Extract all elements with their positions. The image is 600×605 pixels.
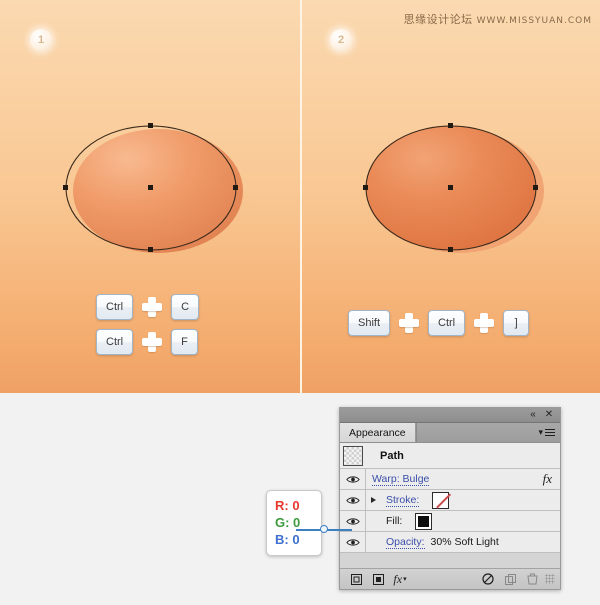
visibility-toggle-stroke[interactable] xyxy=(340,490,366,510)
connector-endpoint-knob xyxy=(320,525,328,533)
anchor-point-center xyxy=(448,185,453,190)
appearance-row-opacity-value: 30% Soft Light xyxy=(430,536,499,548)
shortcut-row-ctrl-c: Ctrl C xyxy=(96,294,200,320)
rgb-red-value: R: 0 xyxy=(275,498,300,513)
ellipse-svg-step-1 xyxy=(63,123,243,253)
rgb-blue-value: B: 0 xyxy=(275,532,300,547)
fx-icon[interactable]: fx xyxy=(543,471,560,487)
watermark-en: WWW.MISSYUAN.COM xyxy=(476,16,592,26)
clear-appearance-icon xyxy=(482,573,494,585)
tutorial-illustration-area: 1 Ctrl C Ctrl F 2 Shift Ctrl] 思缘设计论坛 WW… xyxy=(0,0,600,393)
appearance-panel-footer: fx ▾ xyxy=(340,568,560,589)
appearance-row-stroke-label[interactable]: Stroke: xyxy=(380,494,420,507)
appearance-row-stroke[interactable]: Stroke: xyxy=(340,490,560,511)
add-new-effect-button[interactable]: fx ▾ xyxy=(389,570,411,588)
add-new-stroke-button[interactable] xyxy=(345,570,367,588)
watermark-cn: 思缘设计论坛 xyxy=(403,13,473,26)
appearance-row-fill[interactable]: Fill: xyxy=(340,511,560,532)
close-icon[interactable]: ✕ xyxy=(542,409,556,422)
panel-titlebar: « ✕ xyxy=(340,408,560,423)
resize-grip[interactable] xyxy=(545,574,555,584)
plus-icon xyxy=(140,295,164,319)
appearance-row-path-label: Path xyxy=(380,449,404,462)
add-new-stroke-icon xyxy=(350,573,362,585)
anchor-point-left xyxy=(63,185,68,190)
key-right-bracket[interactable]: ] xyxy=(503,310,530,336)
plus-icon xyxy=(472,311,496,335)
trash-icon xyxy=(526,573,538,585)
anchor-point-top xyxy=(448,123,453,128)
ellipse-back-copy xyxy=(73,129,243,253)
stroke-color-swatch-none[interactable] xyxy=(432,491,450,509)
plus-icon xyxy=(397,311,421,335)
eye-icon xyxy=(345,517,360,525)
watermark: 思缘设计论坛 WWW.MISSYUAN.COM xyxy=(404,11,592,27)
key-ctrl[interactable]: Ctrl xyxy=(96,329,134,355)
tutorial-panel-step-1: 1 Ctrl C Ctrl F xyxy=(0,0,300,393)
callout-connector-line xyxy=(296,525,352,533)
visibility-toggle-warp[interactable] xyxy=(340,469,366,489)
visibility-toggle-opacity[interactable] xyxy=(340,532,366,552)
collapse-double-left-icon[interactable]: « xyxy=(526,409,540,422)
anchor-point-bottom xyxy=(148,247,153,252)
disclosure-triangle-stroke[interactable] xyxy=(366,497,380,503)
key-shift[interactable]: Shift xyxy=(348,310,391,336)
key-f[interactable]: F xyxy=(171,329,198,355)
key-c[interactable]: C xyxy=(171,294,200,320)
shortcut-row-ctrl-f: Ctrl F xyxy=(96,329,198,355)
ellipse-svg-step-2 xyxy=(363,123,544,253)
fill-color-swatch-black[interactable] xyxy=(415,512,433,530)
duplicate-icon xyxy=(504,573,516,585)
appearance-row-warp-label[interactable]: Warp: Bulge xyxy=(366,473,430,486)
key-ctrl[interactable]: Ctrl xyxy=(96,294,134,320)
step-badge-2: 2 xyxy=(330,29,352,51)
ellipse-artwork-step-2 xyxy=(355,115,555,275)
appearance-row-fill-label[interactable]: Fill: xyxy=(380,515,402,527)
chevron-right-icon xyxy=(370,497,376,503)
appearance-panel: « ✕ Appearance ▾ Path Warp: Bulge fx Str… xyxy=(339,407,561,590)
panel-menu-icon[interactable]: ▾ xyxy=(538,427,555,438)
tab-appearance[interactable]: Appearance xyxy=(340,423,416,442)
duplicate-item-button[interactable] xyxy=(499,570,521,588)
delete-item-button[interactable] xyxy=(521,570,543,588)
eye-icon xyxy=(345,475,360,483)
appearance-row-warp[interactable]: Warp: Bulge fx xyxy=(340,469,560,490)
appearance-list: Path Warp: Bulge fx Stroke: Fill: Opacit… xyxy=(340,443,560,553)
add-new-fill-button[interactable] xyxy=(367,570,389,588)
plus-icon xyxy=(140,330,164,354)
ellipse-artwork-step-1 xyxy=(55,115,255,275)
tab-filler-area: ▾ xyxy=(415,423,560,442)
eye-icon xyxy=(345,538,360,546)
path-thumbnail xyxy=(343,445,363,466)
anchor-point-right xyxy=(533,185,538,190)
appearance-row-opacity-label[interactable]: Opacity: xyxy=(380,536,425,549)
tab-appearance-label: Appearance xyxy=(349,426,406,439)
shortcut-row-shift-ctrl-bracket: Shift Ctrl ] xyxy=(348,310,530,336)
anchor-point-left xyxy=(363,185,368,190)
anchor-point-center xyxy=(148,185,153,190)
eye-icon xyxy=(345,496,360,504)
clear-appearance-button[interactable] xyxy=(477,570,499,588)
panel-tabbar: Appearance ▾ xyxy=(340,423,560,443)
add-new-fill-icon xyxy=(372,573,384,585)
step-badge-1: 1 xyxy=(30,29,52,51)
anchor-point-right xyxy=(233,185,238,190)
rgb-callout-box: R: 0 G: 0 B: 0 xyxy=(266,490,322,556)
appearance-row-path[interactable]: Path xyxy=(340,443,560,469)
anchor-point-top xyxy=(148,123,153,128)
key-ctrl[interactable]: Ctrl xyxy=(428,310,466,336)
anchor-point-bottom xyxy=(448,247,453,252)
appearance-row-opacity[interactable]: Opacity: 30% Soft Light xyxy=(340,532,560,553)
